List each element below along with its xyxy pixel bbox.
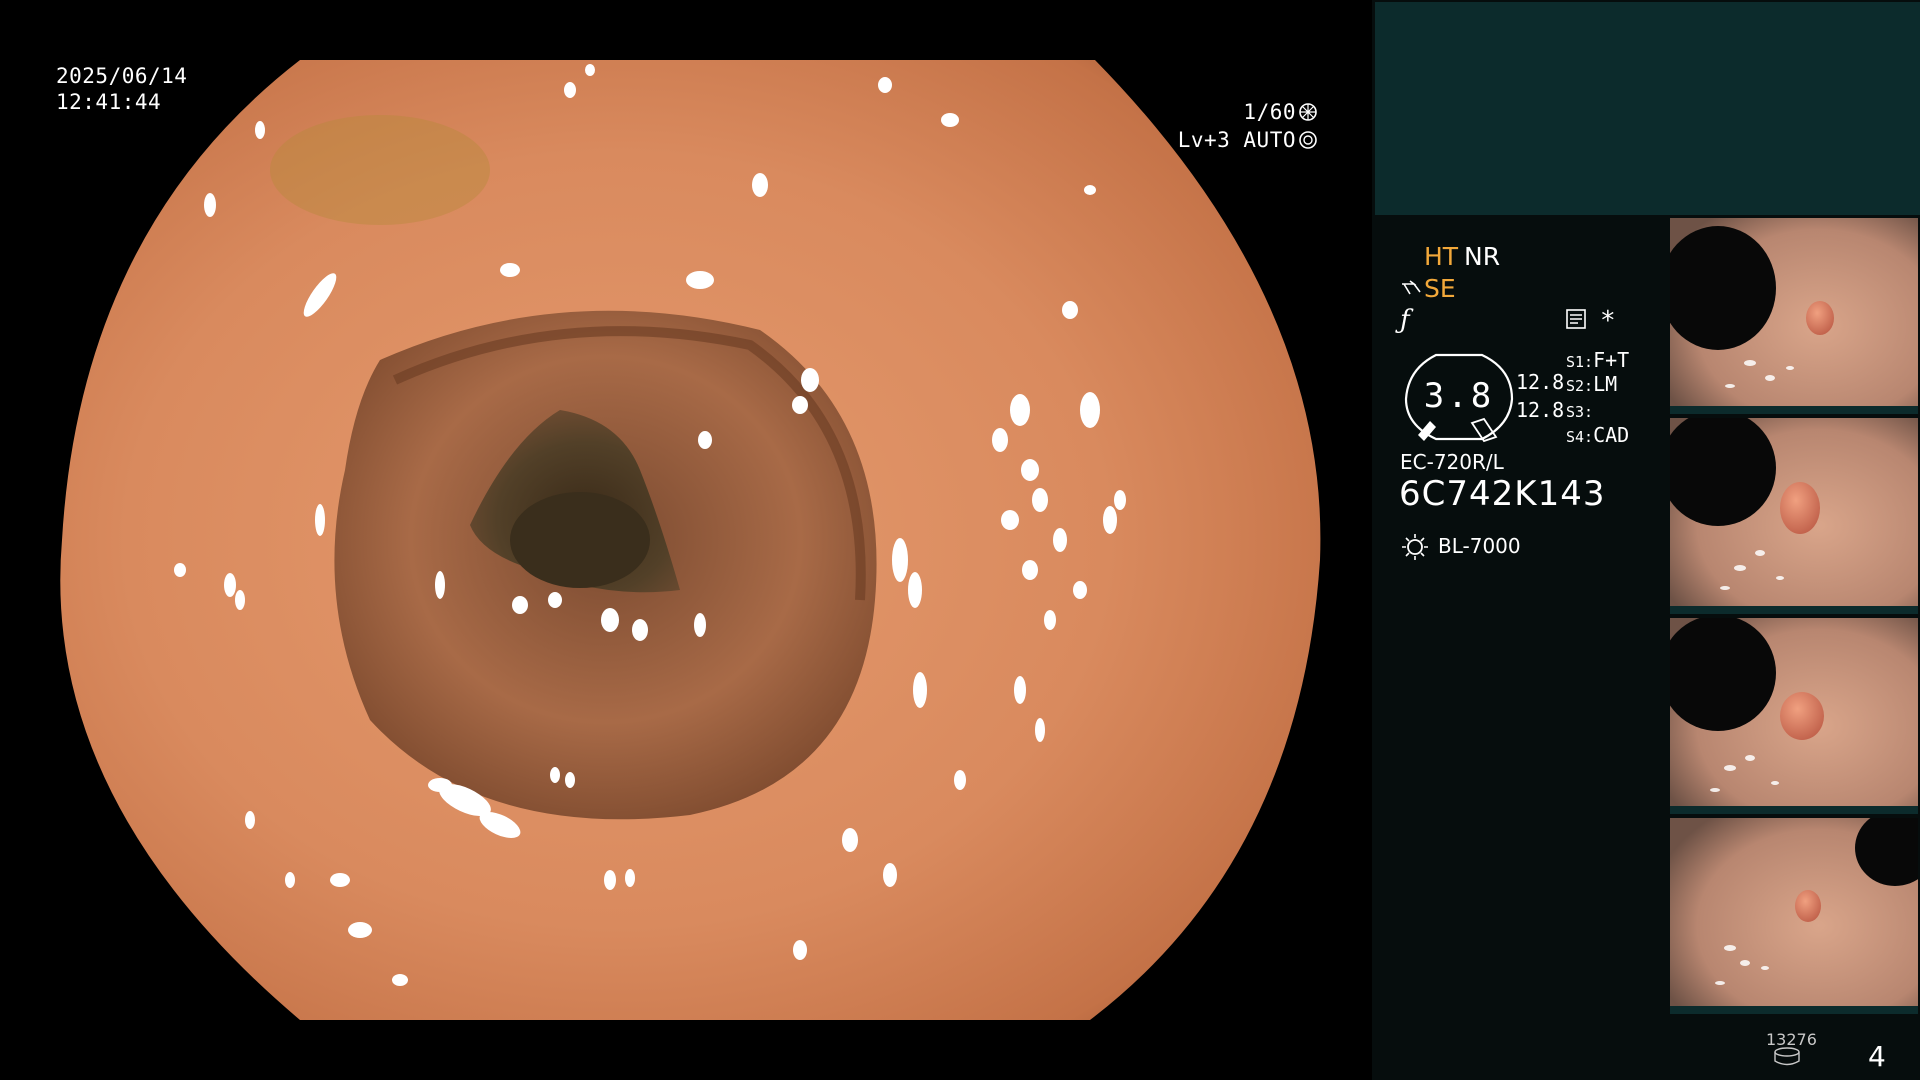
endoscopic-image <box>60 60 1321 1020</box>
switch-value: LM <box>1593 372 1618 396</box>
endoscope-live-view: 2025/06/14 12:41:44 1/60 Lv+3 AUTO <box>0 0 1372 1080</box>
switch-s3: S3: <box>1566 398 1593 422</box>
date-readout: 2025/06/14 <box>56 64 188 88</box>
gauge-value: 3.8 <box>1423 376 1495 416</box>
iris-readout: Lv+3 AUTO <box>1178 126 1318 154</box>
switch-s1: S1:F+T <box>1566 348 1629 372</box>
ht-indicator: HT <box>1424 242 1459 271</box>
switch-s4: S4:CAD <box>1566 423 1629 447</box>
structure-enhance-icon <box>1402 280 1421 295</box>
shutter-speed-value: 1/60 <box>1243 100 1296 124</box>
switch-key: S4: <box>1566 428 1594 446</box>
iris-mode-value: Lv+3 AUTO <box>1177 128 1296 152</box>
switch-key: S1: <box>1566 353 1594 371</box>
thumbnail-image <box>1670 818 1918 1014</box>
capture-thumbnail-1[interactable] <box>1670 218 1918 414</box>
panel-top-strip <box>1375 2 1920 215</box>
switch-key: S3: <box>1566 403 1594 421</box>
capture-thumbnail-2[interactable] <box>1670 418 1918 614</box>
switch-s2: S2:LM <box>1566 372 1617 396</box>
gauge-value-lower: 12.8 <box>1516 398 1565 422</box>
iris-icon <box>1299 131 1317 149</box>
se-indicator: SE <box>1424 274 1456 303</box>
switch-value: F+T <box>1593 348 1630 372</box>
storage-icon <box>1774 1047 1800 1066</box>
light-source-icon <box>1402 534 1428 560</box>
memo-icon <box>1566 309 1586 329</box>
light-source-model: BL-7000 <box>1438 534 1521 558</box>
page-number: 4 <box>1868 1040 1886 1073</box>
capture-thumbnail-3[interactable] <box>1670 618 1918 814</box>
thumbnail-image <box>1670 418 1918 614</box>
switch-value: CAD <box>1593 423 1630 447</box>
nr-indicator: NR <box>1464 242 1501 271</box>
scope-serial: 6C742K143 <box>1399 474 1606 514</box>
freeze-icon: ƒ <box>1400 305 1410 335</box>
time-readout: 12:41:44 <box>56 90 162 114</box>
capture-thumbnail-4[interactable] <box>1670 818 1918 1014</box>
switch-key: S2: <box>1566 377 1594 395</box>
thumbnail-image <box>1670 618 1918 814</box>
gauge-value-upper: 12.8 <box>1516 370 1565 394</box>
info-panel: HT NR SE ƒ * 3.8 12.8 12.8 S1:F+T S2:LM … <box>1372 0 1920 1080</box>
shutter-icon <box>1299 103 1317 121</box>
shutter-readout: 1/60 <box>1243 98 1318 126</box>
thumbnail-image <box>1670 218 1918 414</box>
scope-model: EC-720R/L <box>1400 450 1504 474</box>
asterisk-icon: * <box>1600 306 1616 336</box>
